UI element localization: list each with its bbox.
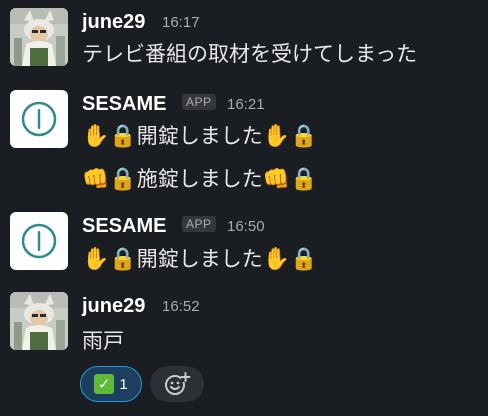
message-june29-1617: june29 16:17 テレビ番組の取材を受けてしまった	[0, 0, 488, 82]
timestamp[interactable]: 16:50	[227, 218, 265, 235]
fist-lock-emoji-trail: 👊🔒	[262, 167, 318, 192]
hand-lock-emoji-trail: ✋🔒	[262, 124, 318, 149]
timestamp[interactable]: 16:21	[227, 96, 265, 113]
unlock-text: 開錠しました	[136, 247, 263, 271]
message-text: 雨戸	[82, 329, 124, 353]
sesame-logo-icon	[21, 101, 57, 137]
avatar[interactable]	[10, 90, 68, 148]
app-badge: APP	[182, 94, 216, 110]
add-reaction-button[interactable]	[150, 366, 204, 402]
timestamp[interactable]: 16:52	[162, 298, 200, 315]
white-check-mark-icon: ✓	[94, 374, 115, 394]
hand-lock-emoji-trail: ✋🔒	[262, 247, 318, 272]
reaction-white-check-mark[interactable]: ✓ 1	[80, 366, 142, 402]
timestamp[interactable]: 16:17	[162, 14, 200, 31]
message-text: テレビ番組の取材を受けてしまった	[82, 42, 418, 66]
author-name[interactable]: SESAME	[82, 215, 166, 238]
message-text: 👊🔒施錠しました👊🔒	[82, 165, 318, 194]
author-name[interactable]: june29	[82, 11, 145, 34]
avatar[interactable]	[10, 292, 68, 350]
author-name[interactable]: june29	[82, 295, 145, 318]
avatar[interactable]	[10, 8, 68, 66]
reaction-count: 1	[119, 375, 128, 393]
app-badge: APP	[182, 216, 216, 232]
add-reaction-icon	[165, 372, 191, 395]
fist-lock-emoji-lead: 👊🔒	[82, 167, 137, 192]
hand-lock-emoji-lead: ✋🔒	[82, 247, 137, 272]
message-text: ✋🔒開錠しました✋🔒	[82, 245, 318, 274]
avatar[interactable]	[10, 212, 68, 270]
sesame-logo-icon	[21, 223, 57, 259]
author-name[interactable]: SESAME	[82, 93, 166, 116]
message-june29-1652: june29 16:52 雨戸	[0, 286, 488, 416]
message-sesame-1621: SESAME APP 16:21 ✋🔒開錠しました✋🔒 👊🔒施錠しました👊🔒	[0, 82, 488, 202]
message-text: ✋🔒開錠しました✋🔒	[82, 122, 318, 151]
hand-lock-emoji-lead: ✋🔒	[82, 124, 137, 149]
message-sesame-1650: SESAME APP 16:50 ✋🔒開錠しました✋🔒	[0, 206, 488, 290]
unlock-text: 開錠しました	[136, 124, 263, 148]
lock-text: 施錠しました	[136, 167, 263, 191]
